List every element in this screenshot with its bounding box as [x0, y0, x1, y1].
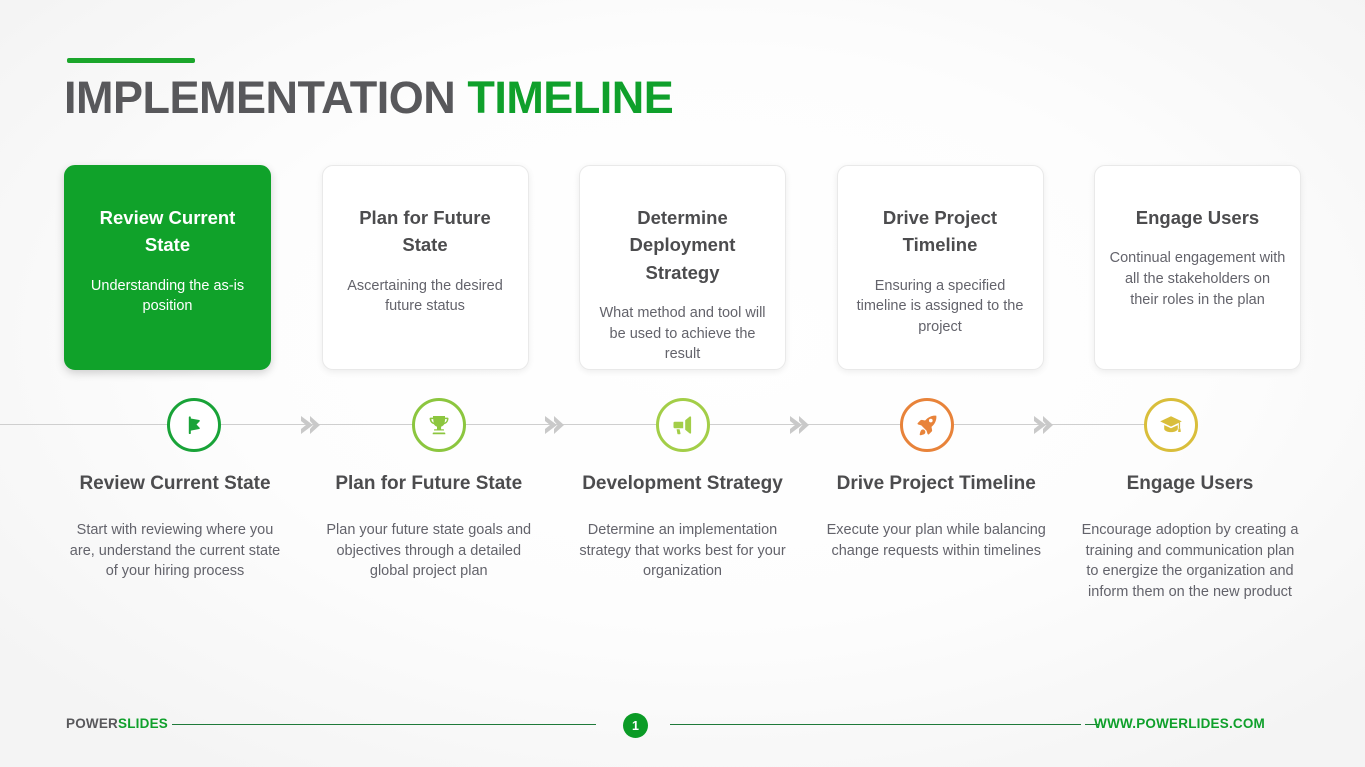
step-plan-for-future-state: Plan for Future State Plan your future s… [318, 470, 540, 602]
step-description: Determine an implementation strategy tha… [579, 521, 786, 580]
cards-row: Review Current State Understanding the a… [64, 165, 1301, 372]
page-title-accent: TIMELINE [467, 72, 674, 123]
card-title: Review Current State [99, 207, 236, 256]
card-drive-project-timeline[interactable]: Drive Project Timeline Ensuring a specif… [836, 165, 1044, 370]
brand-name-green: SLIDES [118, 716, 168, 731]
card-description: Ascertaining the desired future status [347, 277, 503, 315]
step-development-strategy: Development Strategy Determine an implem… [572, 470, 794, 602]
card-description: Understanding the as-is position [90, 277, 245, 315]
step-description: Encourage adoption by creating a trainin… [1081, 521, 1299, 600]
step-engage-users: Engage Users Encourage adoption by creat… [1079, 470, 1301, 602]
timeline-track [64, 398, 1301, 452]
rocket-icon [915, 413, 939, 437]
footer-rule-left [172, 724, 596, 725]
step-title: Drive Project Timeline [836, 473, 1036, 494]
page-title-main: IMPLEMENTATION [64, 72, 456, 123]
timeline-node-plan-for-future-state[interactable] [412, 398, 466, 452]
step-title: Engage Users [1126, 473, 1254, 494]
card-engage-users[interactable]: Engage Users Continual engagement with a… [1094, 165, 1301, 370]
step-description: Start with reviewing where you are, unde… [69, 521, 281, 580]
powerslides-logo: POWERSLIDES [66, 716, 168, 731]
title-accent-rule [67, 58, 195, 63]
step-review-current-state: Review Current State Start with reviewin… [64, 470, 286, 602]
website-url[interactable]: WWW.POWERLIDES.COM [1094, 716, 1265, 731]
step-description: Plan your future state goals and objecti… [326, 521, 532, 580]
card-title: Determine Deployment Strategy [629, 207, 736, 283]
timeline-node-review-current-state[interactable] [167, 398, 221, 452]
card-description: Ensuring a specified timeline is assigne… [856, 277, 1024, 335]
card-description: What method and tool will be used to ach… [599, 305, 766, 363]
timeline-arrow-4 [1029, 412, 1055, 438]
timeline-node-drive-project-timeline[interactable] [900, 398, 954, 452]
slide-canvas: IMPLEMENTATION TIMELINE Review Current S… [0, 0, 1365, 767]
flag-icon [182, 413, 206, 437]
brand-name-dark: POWER [66, 716, 119, 731]
card-review-current-state[interactable]: Review Current State Understanding the a… [64, 165, 271, 370]
timeline-arrow-1 [296, 412, 322, 438]
card-title: Engage Users [1135, 207, 1260, 228]
timeline-node-development-strategy[interactable] [656, 398, 710, 452]
card-determine-deployment-strategy[interactable]: Determine Deployment Strategy What metho… [579, 165, 786, 370]
step-description: Execute your plan while balancing change… [826, 521, 1046, 559]
card-description: Continual engagement with all the stakeh… [1109, 250, 1286, 308]
slide-footer: POWERSLIDES 1 WWW.POWERLIDES.COM [0, 708, 1365, 748]
step-drive-project-timeline: Drive Project Timeline Execute your plan… [825, 470, 1047, 602]
footer-rule-right [670, 724, 1081, 725]
timeline-node-engage-users[interactable] [1144, 398, 1198, 452]
graduation-cap-icon [1159, 413, 1183, 437]
step-title: Plan for Future State [335, 473, 523, 494]
card-plan-for-future-state[interactable]: Plan for Future State Ascertaining the d… [321, 165, 529, 370]
page-number-badge: 1 [623, 713, 648, 738]
card-title: Drive Project Timeline [882, 207, 998, 256]
megaphone-icon [671, 413, 695, 437]
page-title: IMPLEMENTATION TIMELINE [64, 72, 674, 124]
step-title: Development Strategy [582, 473, 783, 494]
card-title: Plan for Future State [359, 207, 491, 256]
trophy-icon [427, 413, 451, 437]
steps-row: Review Current State Start with reviewin… [64, 470, 1301, 602]
timeline-arrow-2 [540, 412, 566, 438]
timeline-arrow-3 [785, 412, 811, 438]
step-title: Review Current State [79, 473, 271, 494]
